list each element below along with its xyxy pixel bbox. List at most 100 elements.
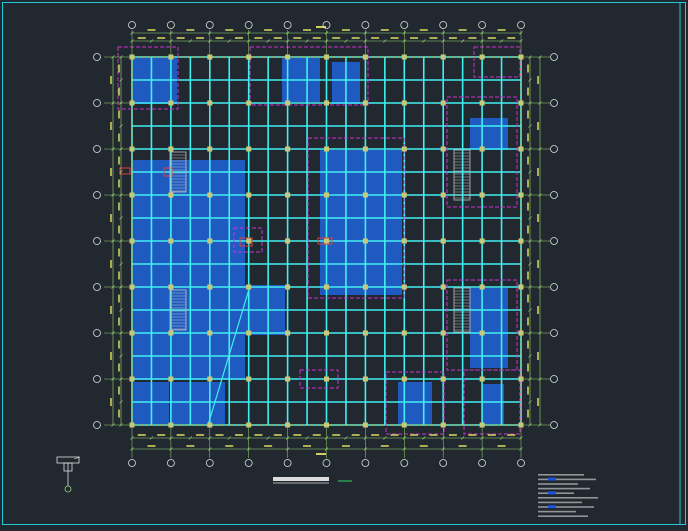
- axis-bubble-left: [93, 329, 101, 337]
- drawing-title-block: [273, 477, 352, 484]
- note-line: [538, 483, 578, 485]
- column-marker: [401, 376, 407, 382]
- dimension-label: [527, 363, 529, 372]
- dimension-label: [527, 340, 529, 349]
- dimension-label: [468, 434, 477, 436]
- axis-bubble-top: [283, 21, 292, 29]
- column-marker: [207, 238, 213, 244]
- dimension-label: [507, 434, 516, 436]
- axis-bubble-right: [550, 237, 558, 245]
- dimension-label: [527, 87, 529, 96]
- column-marker: [207, 376, 213, 382]
- axis-bubble-left: [93, 283, 101, 291]
- axis-bubble-left: [93, 145, 101, 153]
- dimension-label: [254, 37, 263, 39]
- axis-bubble-left: [93, 237, 101, 245]
- dimension-label: [176, 37, 185, 39]
- dimension-label: [507, 37, 516, 39]
- column-marker: [246, 284, 252, 290]
- dimension-label: [234, 37, 243, 39]
- column-marker: [440, 192, 446, 198]
- dimension-label: [380, 445, 389, 447]
- note-legend-swatch: [548, 477, 556, 481]
- overall-dimension-label: [316, 453, 326, 455]
- column-marker: [285, 192, 291, 198]
- axis-bubble-right: [550, 145, 558, 153]
- column-marker: [324, 284, 329, 290]
- axis-bubble-right: [550, 421, 558, 429]
- dimension-label: [110, 122, 112, 130]
- dimension-label: [487, 37, 496, 39]
- slab-region: [133, 160, 245, 380]
- column-marker: [246, 100, 252, 106]
- column-marker: [285, 146, 291, 152]
- column-marker: [246, 238, 252, 244]
- dimension-label: [196, 37, 205, 39]
- dimension-label: [110, 398, 112, 406]
- note-legend-swatch: [548, 491, 556, 495]
- axis-bubble-top: [166, 21, 175, 29]
- axis-bubble-bottom: [478, 459, 487, 467]
- dimension-label: [371, 37, 380, 39]
- axis-bubble-top: [128, 21, 136, 29]
- dimension-label: [118, 87, 120, 96]
- axis-bubble-right: [550, 283, 558, 291]
- column-marker: [207, 100, 213, 106]
- dimension-label: [196, 434, 205, 436]
- dimension-label: [293, 434, 302, 436]
- axis-bubble-left: [93, 375, 101, 383]
- axis-bubble-top: [205, 21, 214, 29]
- dimension-label: [147, 445, 156, 447]
- note-line: [538, 487, 590, 490]
- column-marker: [246, 376, 252, 382]
- column-marker: [401, 238, 407, 244]
- column-marker: [362, 376, 368, 382]
- axis-bubble-bottom: [283, 459, 292, 467]
- cad-viewport[interactable]: [0, 0, 688, 527]
- dimension-label: [118, 179, 120, 188]
- axis-bubble-top: [400, 21, 409, 29]
- opening-marker: [119, 167, 131, 175]
- column-marker: [479, 376, 485, 382]
- column-marker: [401, 284, 407, 290]
- dimension-label: [293, 37, 302, 39]
- column-marker: [285, 330, 291, 336]
- column-marker: [324, 192, 329, 198]
- column-marker: [168, 238, 174, 244]
- dimension-label: [527, 271, 529, 280]
- dimension-label: [527, 64, 529, 73]
- axis-bubble-left: [93, 421, 101, 429]
- dimension-label: [351, 434, 360, 436]
- general-notes: [538, 474, 598, 517]
- column-marker: [362, 146, 368, 152]
- dimension-label: [110, 168, 112, 176]
- dimension-label: [118, 225, 120, 234]
- dimension-label: [527, 409, 529, 418]
- note-legend-swatch: [548, 505, 556, 509]
- column-marker: [362, 192, 368, 198]
- column-marker: [207, 330, 213, 336]
- slab-region: [482, 384, 504, 424]
- zone-outline: [473, 46, 521, 78]
- column-marker: [401, 192, 407, 198]
- column-marker: [324, 238, 329, 244]
- dimension-label: [332, 434, 341, 436]
- column-marker: [401, 330, 407, 336]
- column-marker: [285, 376, 291, 382]
- axis-bubble-bottom: [322, 459, 331, 467]
- column-marker: [285, 100, 291, 106]
- column-marker: [479, 238, 485, 244]
- dimension-label: [527, 386, 529, 395]
- note-line: [538, 501, 582, 504]
- column-marker: [324, 100, 329, 106]
- dimension-label: [254, 434, 263, 436]
- dimension-label: [458, 445, 467, 447]
- dimension-label: [225, 29, 234, 31]
- dimension-label: [390, 434, 399, 436]
- column-marker: [246, 330, 252, 336]
- column-marker: [401, 146, 407, 152]
- axis-bubble-left: [93, 99, 101, 107]
- dimension-label: [215, 434, 224, 436]
- dimension-label: [264, 445, 273, 447]
- dimension-label: [118, 156, 120, 165]
